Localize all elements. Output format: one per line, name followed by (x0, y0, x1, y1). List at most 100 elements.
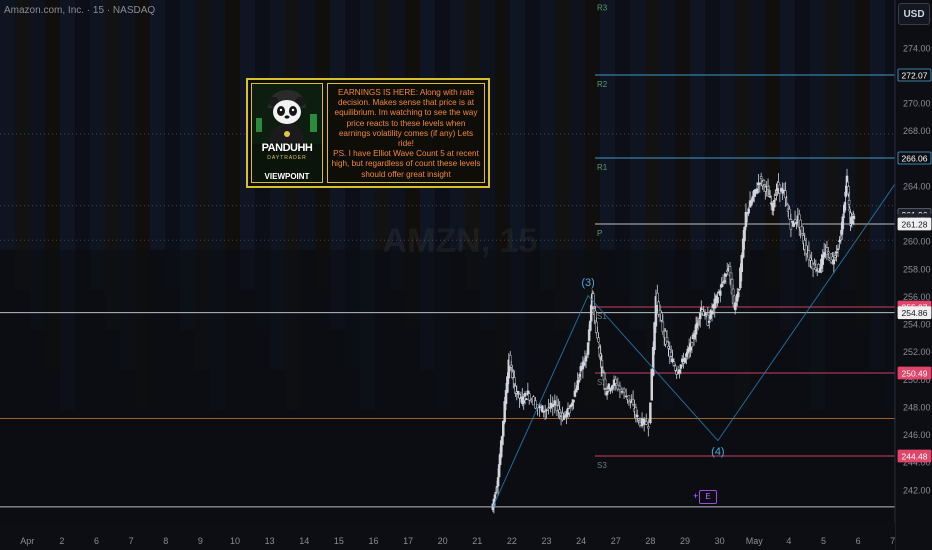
candle-body (665, 337, 669, 342)
candle-body (851, 220, 854, 224)
price-tick-label: 260.00 (903, 237, 931, 247)
candle-body (832, 259, 836, 265)
price-tick-label: 268.00 (903, 126, 931, 136)
price-label: 254.86 (902, 308, 928, 318)
candle-body (530, 399, 533, 402)
currency-button[interactable]: USD (898, 3, 930, 25)
earnings-marker[interactable]: E (699, 490, 717, 504)
candle-body (532, 396, 535, 406)
candle-body (724, 273, 728, 277)
candle-body (795, 221, 798, 224)
time-tick-label: 15 (334, 536, 344, 546)
background-stripe (0, 0, 15, 250)
price-tick-label: 274.00 (903, 43, 931, 53)
candle-body (629, 399, 632, 402)
price-tick-label: 254.00 (903, 320, 931, 330)
annotation-paragraph: PS. I have Elliot Wave Count 5 at recent… (331, 149, 481, 179)
candle-body (638, 421, 642, 426)
candle-body (847, 200, 851, 205)
time-tick-label: 4 (786, 536, 791, 546)
earnings-add-icon[interactable]: + (693, 491, 698, 501)
candle-body (494, 491, 498, 494)
candle-body (667, 346, 670, 349)
background-stripe (615, 0, 630, 290)
candle-body (672, 361, 676, 366)
elliott-wave-label: (3) (581, 277, 594, 289)
candle-body (710, 310, 714, 315)
price-label: 261.28 (902, 220, 928, 230)
time-tick-label: 10 (230, 536, 240, 546)
candle-body (642, 418, 646, 425)
time-tick-label: 22 (507, 536, 517, 546)
candle-body (523, 393, 527, 397)
candle-body (527, 393, 531, 401)
candle-body (640, 418, 644, 427)
candle-body (562, 415, 566, 420)
candle-body (758, 182, 762, 185)
candle-body (607, 383, 611, 390)
candle-body (634, 407, 638, 416)
pivot-label-r1: R1 (597, 163, 608, 172)
candle-body (679, 364, 683, 369)
candle-body (835, 251, 838, 254)
candle-body (597, 337, 600, 343)
time-tick-label: 23 (542, 536, 552, 546)
candle-body (522, 400, 525, 404)
price-label: 244.48 (902, 452, 928, 462)
pivot-label-r2: R2 (597, 80, 608, 89)
time-tick-label: 5 (821, 536, 826, 546)
candle-body (516, 390, 520, 395)
candle-body (785, 202, 789, 205)
candle-body (493, 494, 497, 499)
candle-body (789, 219, 793, 230)
background-stripe (150, 0, 165, 250)
candle-body (513, 377, 516, 384)
pivot-label-s1: S1 (597, 312, 607, 321)
candle-body (496, 477, 500, 487)
candle-body (545, 409, 548, 411)
annotation-text: EARNINGS IS HERE: Along with rate decisi… (327, 83, 485, 183)
time-tick-label: 6 (94, 536, 99, 546)
background-stripe (765, 0, 780, 290)
background-stripe (840, 0, 855, 290)
candle-body (549, 402, 552, 409)
candle-body (706, 314, 710, 326)
candle-body (852, 215, 856, 220)
candle-body (737, 292, 740, 298)
candle-body (813, 263, 816, 266)
candle-body (720, 283, 723, 288)
candle-body (825, 247, 829, 255)
candle-body (744, 211, 748, 228)
price-tick-label: 270.00 (903, 99, 931, 109)
candle-body (740, 255, 744, 272)
time-tick-label: 8 (163, 536, 168, 546)
background-stripe (675, 0, 690, 250)
candle-body (827, 251, 830, 254)
time-tick-label: 17 (403, 536, 413, 546)
candle-body (620, 391, 624, 393)
price-axis: 242.00244.00246.00248.00250.00252.00254.… (894, 0, 932, 550)
price-tick-label: 252.00 (903, 347, 931, 357)
candle-body (660, 312, 663, 321)
symbol-info[interactable]: Amazon.com, Inc. · 15 · NASDAQ (4, 5, 155, 16)
candle-body (534, 400, 537, 409)
candle-body (568, 408, 571, 414)
logo-brand: PANDUHH (261, 142, 313, 154)
candle-body (611, 385, 614, 390)
candle-body (755, 188, 759, 194)
candle-body (721, 281, 725, 284)
background-stripe (165, 0, 180, 290)
annotation-box: PANDUHH DAYTRADER VIEWPOINT EARNINGS IS … (246, 78, 490, 188)
candle-body (841, 216, 845, 229)
candle-body (833, 255, 837, 258)
time-tick-label: 9 (198, 536, 203, 546)
candle-body (784, 190, 787, 198)
candle-body (843, 202, 847, 211)
time-tick-label: May (746, 536, 764, 546)
price-label: 272.07 (902, 70, 928, 80)
pivot-label-p: P (597, 229, 602, 238)
candle-body (653, 322, 656, 351)
panda-icon (252, 84, 322, 144)
candle-body (743, 226, 746, 242)
candle-body (647, 426, 650, 429)
